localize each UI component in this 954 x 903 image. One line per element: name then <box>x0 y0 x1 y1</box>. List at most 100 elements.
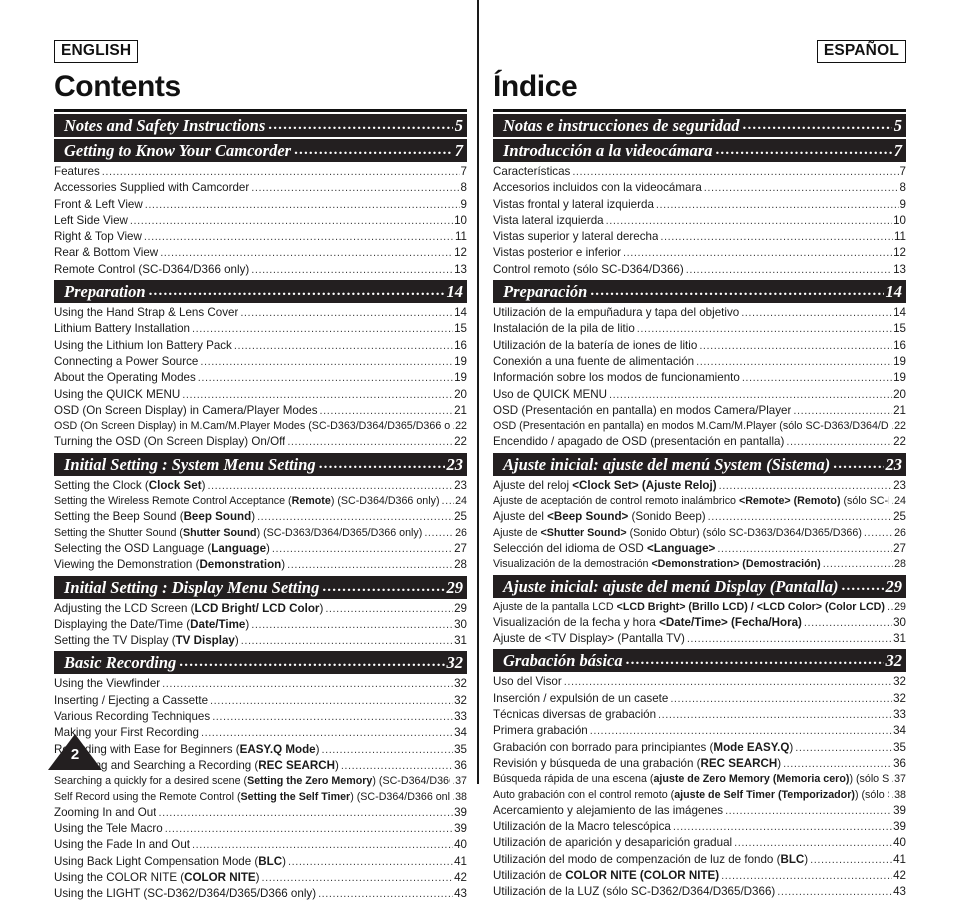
toc-entry[interactable]: Front & Left View.......................… <box>54 197 467 213</box>
toc-entry[interactable]: Selecting the OSD Language (Language)...… <box>54 541 467 557</box>
toc-entry[interactable]: Instalación de la pila de litio.........… <box>493 321 906 337</box>
toc-section-bar[interactable]: Notes and Safety Instructions...........… <box>54 114 467 137</box>
toc-entry[interactable]: Primera grabación.......................… <box>493 723 906 739</box>
toc-entry[interactable]: Inserting / Ejecting a Cassette.........… <box>54 693 467 709</box>
toc-section-bar[interactable]: Initial Setting : System Menu Setting...… <box>54 452 467 476</box>
toc-entry[interactable]: Searching a quickly for a desired scene … <box>54 774 467 789</box>
toc-entry[interactable]: Vistas frontal y lateral izquierda......… <box>493 197 906 213</box>
toc-entry[interactable]: Acercamiento y alejamiento de las imágen… <box>493 803 906 819</box>
toc-entry[interactable]: OSD (On Screen Display) in Camera/Player… <box>54 403 467 419</box>
toc-entry[interactable]: Utilización de la Macro telescópica.....… <box>493 819 906 835</box>
toc-leader-dots: ........................................… <box>200 355 453 368</box>
toc-entry[interactable]: Rear & Bottom View......................… <box>54 245 467 261</box>
toc-entry[interactable]: Zooming In and Out......................… <box>54 805 467 821</box>
toc-entry[interactable]: OSD (Presentación en pantalla) en modos … <box>493 419 906 434</box>
toc-section-bar[interactable]: Ajuste inicial: ajuste del menú Display … <box>493 574 906 598</box>
toc-entry[interactable]: Self Record using the Remote Control (Se… <box>54 790 467 805</box>
toc-entry[interactable]: Accessories Supplied with Camcorder.....… <box>54 180 467 196</box>
toc-entry[interactable]: Setting the TV Display (TV Display).....… <box>54 633 467 649</box>
toc-entry[interactable]: Técnicas diversas de grabación..........… <box>493 707 906 723</box>
toc-entry-label: Setting the Shutter Sound (Shutter Sound… <box>54 526 423 539</box>
toc-leader-dots: ........................................… <box>696 355 892 368</box>
toc-entry-page: 23 <box>893 478 906 492</box>
toc-entry[interactable]: Displaying the Date/Time (Date/Time)....… <box>54 617 467 633</box>
toc-leader-dots: ........................................… <box>685 263 892 276</box>
toc-entry[interactable]: Accesorios incluidos con la videocámara.… <box>493 180 906 196</box>
toc-entry[interactable]: Vistas posterior e inferior.............… <box>493 245 906 261</box>
toc-entry[interactable]: Using the LIGHT (SC-D362/D364/D365/D366 … <box>54 886 467 902</box>
toc-entry[interactable]: Características.........................… <box>493 164 906 180</box>
toc-entry[interactable]: Setting the Beep Sound (Beep Sound).....… <box>54 509 467 525</box>
page-number-label: 2 <box>70 746 80 763</box>
toc-entry[interactable]: Using the Lithium Ion Battery Pack......… <box>54 338 467 354</box>
toc-leader-dots: ........................................… <box>319 404 454 417</box>
toc-entry[interactable]: Uso de QUICK MENU.......................… <box>493 387 906 403</box>
toc-entry[interactable]: Using the Hand Strap & Lens Cover.......… <box>54 305 467 321</box>
toc-entry[interactable]: Using the COLOR NITE (COLOR NITE).......… <box>54 870 467 886</box>
toc-entry[interactable]: Recording with Ease for Beginners (EASY.… <box>54 742 467 758</box>
toc-entry[interactable]: Setting the Wireless Remote Control Acce… <box>54 494 467 509</box>
toc-entry[interactable]: OSD (On Screen Display) in M.Cam/M.Playe… <box>54 419 467 434</box>
toc-entry[interactable]: Using the Tele Macro....................… <box>54 821 467 837</box>
toc-entry[interactable]: Ajuste del <Beep Sound> (Sonido Beep)...… <box>493 509 906 525</box>
toc-entry[interactable]: Conexión a una fuente de alimentación...… <box>493 354 906 370</box>
toc-section-bar[interactable]: Preparation.............................… <box>54 280 467 304</box>
toc-entry[interactable]: Ajuste de la pantalla LCD <LCD Bright> (… <box>493 600 906 615</box>
toc-entry[interactable]: Viewing the Demonstration (Demonstration… <box>54 557 467 573</box>
toc-section-bar[interactable]: Grabación básica........................… <box>493 649 906 673</box>
toc-entry[interactable]: Visualización de la fecha y hora <Date/T… <box>493 615 906 631</box>
toc-entry[interactable]: Ajuste de <TV Display> (Pantalla TV)....… <box>493 631 906 647</box>
toc-entry[interactable]: Revisión y búsqueda de una grabación (RE… <box>493 756 906 772</box>
toc-entry[interactable]: Ajuste de aceptación de control remoto i… <box>493 494 906 509</box>
toc-entry[interactable]: Utilización del modo de compenzación de … <box>493 852 906 868</box>
toc-entry[interactable]: Ajuste de <Shutter Sound> (Sonido Obtur)… <box>493 526 906 541</box>
toc-entry[interactable]: Using Back Light Compensation Mode (BLC)… <box>54 854 467 870</box>
toc-entry[interactable]: Features................................… <box>54 164 467 180</box>
toc-entry[interactable]: Utilización de aparición y desaparición … <box>493 835 906 851</box>
toc-section-bar[interactable]: Notas e instrucciones de seguridad......… <box>493 114 906 137</box>
toc-entry[interactable]: Vista lateral izquierda.................… <box>493 213 906 229</box>
toc-entry[interactable]: Various Recording Techniques............… <box>54 709 467 725</box>
toc-section-bar[interactable]: Preparación.............................… <box>493 280 906 304</box>
toc-entry[interactable]: Ajuste del reloj <Clock Set> (Ajuste Rel… <box>493 478 906 494</box>
toc-entry[interactable]: Grabación con borrado para principiantes… <box>493 740 906 756</box>
toc-section-bar[interactable]: Getting to Know Your Camcorder..........… <box>54 139 467 162</box>
toc-entry[interactable]: Auto grabación con el control remoto (aj… <box>493 788 906 803</box>
toc-entry[interactable]: Encendido / apagado de OSD (presentación… <box>493 434 906 450</box>
toc-entry[interactable]: Inserción / expulsión de un casete......… <box>493 691 906 707</box>
toc-entry[interactable]: Using the Fade In and Out...............… <box>54 837 467 853</box>
toc-entry[interactable]: Setting the Clock (Clock Set)...........… <box>54 478 467 494</box>
toc-entry[interactable]: Turning the OSD (On Screen Display) On/O… <box>54 434 467 450</box>
toc-leader-dots: ........................................… <box>636 323 893 336</box>
toc-entry[interactable]: About the Operating Modes...............… <box>54 370 467 386</box>
toc-section-bar[interactable]: Ajuste inicial: ajuste del menú System (… <box>493 452 906 476</box>
toc-entry[interactable]: Uso del Visor...........................… <box>493 674 906 690</box>
toc-entry[interactable]: Selección del idioma de OSD <Language>..… <box>493 541 906 557</box>
toc-entry-label: Utilización de la LUZ (sólo SC-D362/D364… <box>493 885 776 899</box>
toc-entry[interactable]: Utilización de la batería de iones de li… <box>493 338 906 354</box>
toc-section-bar[interactable]: Basic Recording.........................… <box>54 651 467 675</box>
toc-entry[interactable]: Lithium Battery Installation............… <box>54 321 467 337</box>
toc-entry[interactable]: Utilización de la empuñadura y tapa del … <box>493 305 906 321</box>
toc-entry[interactable]: Utilización de COLOR NITE (COLOR NITE)..… <box>493 868 906 884</box>
toc-entry[interactable]: Adjusting the LCD Screen (LCD Bright/ LC… <box>54 601 467 617</box>
toc-entry[interactable]: Setting the Shutter Sound (Shutter Sound… <box>54 526 467 541</box>
toc-entry[interactable]: OSD (Presentación en pantalla) en modos … <box>493 403 906 419</box>
toc-entry[interactable]: Reviewing and Searching a Recording (REC… <box>54 758 467 774</box>
toc-entry[interactable]: Búsqueda rápida de una escena (ajuste de… <box>493 772 906 787</box>
toc-entry[interactable]: Utilización de la LUZ (sólo SC-D362/D364… <box>493 884 906 900</box>
toc-entry[interactable]: Left Side View..........................… <box>54 213 467 229</box>
toc-leader-dots: ........................................… <box>240 635 454 648</box>
toc-entry[interactable]: Connecting a Power Source...............… <box>54 354 467 370</box>
toc-entry[interactable]: Using the Viewfinder....................… <box>54 676 467 692</box>
toc-entry[interactable]: Información sobre los modos de funcionam… <box>493 370 906 386</box>
toc-entry[interactable]: Control remoto (sólo SC-D364/D366)......… <box>493 262 906 278</box>
toc-section-bar[interactable]: Initial Setting : Display Menu Setting..… <box>54 575 467 599</box>
toc-section-bar[interactable]: Introducción a la videocámara...........… <box>493 139 906 162</box>
toc-entry[interactable]: Right & Top View........................… <box>54 229 467 245</box>
toc-entry[interactable]: Making your First Recording.............… <box>54 725 467 741</box>
toc-entry[interactable]: Visualización de la demostración <Demons… <box>493 557 906 572</box>
toc-entry[interactable]: Using the QUICK MENU....................… <box>54 387 467 403</box>
toc-entry[interactable]: Remote Control (SC-D364/D366 only)......… <box>54 262 467 278</box>
toc-entry[interactable]: Vistas superior y lateral derecha.......… <box>493 229 906 245</box>
